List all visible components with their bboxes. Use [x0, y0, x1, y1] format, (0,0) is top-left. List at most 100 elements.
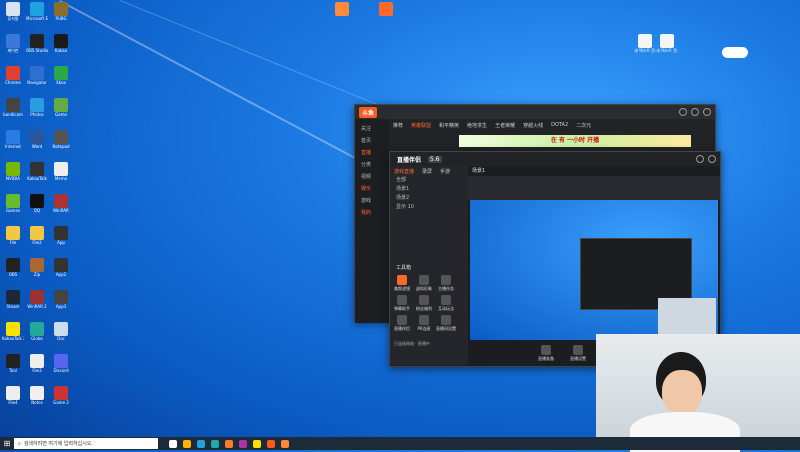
close-icon[interactable] [708, 155, 716, 163]
desktop-shortcut-icon[interactable]: App2 [50, 258, 72, 277]
desktop-shortcut-icon[interactable]: Tool [2, 354, 24, 373]
desktop-shortcut-icon[interactable]: Games [2, 194, 24, 213]
app-icon [30, 354, 44, 368]
desktop-shortcut-icon[interactable]: Memo [50, 162, 72, 181]
desktop-shortcut-icon[interactable]: File4 [2, 386, 24, 405]
desktop-shortcut-icon[interactable]: Steam [2, 290, 24, 309]
maximize-icon[interactable] [691, 108, 699, 116]
desktop-shortcut-icon[interactable]: OBS [2, 258, 24, 277]
tab[interactable]: 二次元 [572, 122, 595, 129]
taskbar-app-icon[interactable] [197, 439, 205, 448]
sidebar-item[interactable]: 游戏 [355, 195, 389, 207]
taskbar-app-icon[interactable] [253, 439, 261, 448]
desktop-shortcut-icon[interactable]: KakaoTalk 2 [2, 322, 24, 341]
tool-button[interactable]: 直播伴侣 [392, 314, 412, 332]
text-file-icon[interactable]: 새 텍스트 문서 [656, 34, 678, 53]
app-icon [54, 194, 68, 208]
desktop-shortcut-icon[interactable]: Navigator [26, 66, 48, 85]
desktop-shortcut-icon[interactable]: Game 2 [50, 386, 72, 405]
tray-widget[interactable] [722, 47, 748, 58]
desktop-shortcut-icon[interactable]: File3 [26, 354, 48, 373]
minimize-icon[interactable] [679, 108, 687, 116]
sidebar-item[interactable]: 首页 [355, 135, 389, 147]
desktop-shortcut-icon[interactable]: Photos [26, 98, 48, 117]
sidebar-item[interactable]: 我的 [355, 207, 389, 219]
desktop-shortcut-icon[interactable]: bandicam [2, 98, 24, 117]
taskbar-app-icon[interactable] [169, 439, 177, 448]
tab[interactable]: 和平精英 [435, 122, 463, 129]
taskbar-app-icon[interactable] [239, 439, 247, 448]
tool-button[interactable]: PK连麦 [414, 314, 434, 332]
tab[interactable]: 手游 [436, 168, 454, 175]
tool-button[interactable]: 虚拟形象 [414, 274, 434, 292]
desktop-shortcut-icon[interactable]: Notes [26, 386, 48, 405]
start-icon[interactable]: ⊞ [0, 437, 14, 450]
app-icon [54, 226, 68, 240]
desktop-shortcut-icon[interactable]: Xbox [50, 66, 72, 85]
taskbar-app-icon[interactable] [281, 439, 289, 448]
tool-button[interactable]: 主播任务 [436, 274, 456, 292]
desktop-shortcut-icon[interactable]: App [50, 226, 72, 245]
desktop-shortcut-icon[interactable]: NVIDIA [2, 162, 24, 181]
desktop-shortcut-icon[interactable]: Doc [50, 322, 72, 341]
minimize-icon[interactable] [696, 155, 704, 163]
tool-button[interactable]: 互动玩法 [436, 294, 456, 312]
desktop-shortcut-icon[interactable]: 제어판 [2, 34, 24, 53]
app-icon [54, 290, 68, 304]
desktop-shortcut-icon[interactable]: WinRAR 2 [26, 290, 48, 309]
desktop-shortcut-icon[interactable]: App3 [50, 290, 72, 309]
tab[interactable]: 王者荣耀 [491, 122, 519, 129]
desktop-shortcut-icon[interactable]: Microsoft Edge [26, 2, 48, 21]
desktop-shortcut-icon[interactable]: File [2, 226, 24, 245]
tool-button[interactable]: 弹幕助手 [392, 294, 412, 312]
tab[interactable]: 游戏直播 [390, 168, 418, 175]
desktop-shortcut-icon[interactable]: File2 [26, 226, 48, 245]
sidebar-item[interactable]: 关注 [355, 123, 389, 135]
bottom-tool-button[interactable]: 直播设置 [568, 344, 588, 362]
tool-button[interactable]: 直播间设置 [436, 314, 456, 332]
text-file-icon[interactable]: 새 텍스트 문서 [634, 34, 656, 53]
tool-button[interactable]: 粉丝福利 [414, 294, 434, 312]
desktop-shortcut-icon[interactable]: PUBG [50, 2, 72, 21]
desktop-shortcut-icon[interactable]: Discord [50, 354, 72, 373]
close-icon[interactable] [703, 108, 711, 116]
desktop-shortcut-icon[interactable]: Kakao [50, 34, 72, 53]
tool-button[interactable]: 美颜滤镜 [392, 274, 412, 292]
sidebar-item[interactable]: 视频 [355, 171, 389, 183]
sidebar-item[interactable]: 分类 [355, 159, 389, 171]
desktop-shortcut-icon[interactable] [331, 2, 353, 16]
taskbar-app-icon[interactable] [183, 439, 191, 448]
desktop-shortcut-icon[interactable]: Chrome [2, 66, 24, 85]
desktop-shortcut-icon[interactable]: QQ [26, 194, 48, 213]
tab[interactable]: 穿越火线 [519, 122, 547, 129]
desktop-shortcut-icon[interactable]: Notepad [50, 130, 72, 149]
tree-item[interactable]: 场景1 [390, 185, 468, 194]
tree-item[interactable]: 显示 10 [390, 203, 468, 212]
taskbar-app-icon[interactable] [225, 439, 233, 448]
tab[interactable]: DOTA2 [547, 122, 572, 128]
tree-item[interactable]: 场景2 [390, 194, 468, 203]
desktop-shortcut-icon[interactable]: WinRAR [50, 194, 72, 213]
bottom-tool-button[interactable]: 直播准备 [536, 344, 556, 362]
tree-item[interactable]: 全部 [390, 176, 468, 185]
desktop-shortcut-icon[interactable]: Game [50, 98, 72, 117]
tab[interactable]: 推荐 [389, 122, 407, 129]
desktop-shortcut-icon[interactable]: 휴지통 [2, 2, 24, 21]
taskbar-app-icon[interactable] [267, 439, 275, 448]
sidebar-item[interactable]: 直播 [355, 147, 389, 159]
desktop-shortcut-icon[interactable]: Zip [26, 258, 48, 277]
taskbar-app-icon[interactable] [211, 439, 219, 448]
sidebar-item[interactable]: 娱乐 [355, 183, 389, 195]
tab[interactable]: 英雄联盟 [407, 122, 435, 129]
desktop-shortcut-icon[interactable]: OBS Studio [26, 34, 48, 53]
desktop-shortcut-icon[interactable]: Internet [2, 130, 24, 149]
stream-preview[interactable] [470, 200, 718, 340]
desktop-shortcut-icon[interactable] [375, 2, 397, 16]
tab[interactable]: 录屏 [418, 168, 436, 175]
desktop-shortcut-icon[interactable]: Word [26, 130, 48, 149]
promo-banner[interactable]: 在 有 一小时 开播 [459, 135, 691, 147]
search-box[interactable]: ⌕ 검색하려면 여기에 입력하십시오. [14, 438, 158, 449]
desktop-shortcut-icon[interactable]: KakaoTalk [26, 162, 48, 181]
desktop-shortcut-icon[interactable]: Globe [26, 322, 48, 341]
tab[interactable]: 绝地求生 [463, 122, 491, 129]
